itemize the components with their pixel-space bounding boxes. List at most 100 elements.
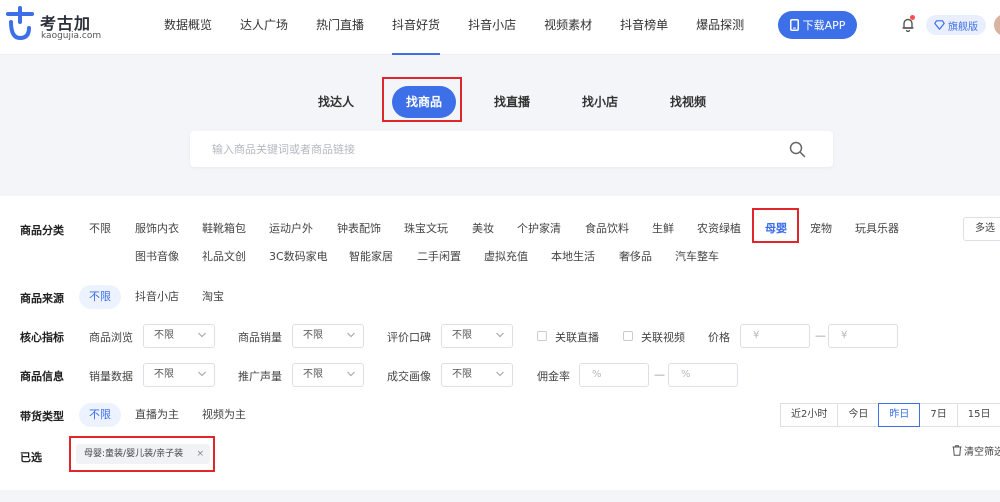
category-option[interactable]: 个护家清	[517, 217, 561, 241]
search-icon[interactable]	[789, 141, 806, 158]
review-select[interactable]: 不限	[441, 324, 513, 348]
chevron-down-icon	[496, 332, 504, 338]
category-option[interactable]: 奢侈品	[619, 245, 652, 269]
category-option[interactable]: 3C数码家电	[269, 245, 328, 269]
nav-data-overview[interactable]: 数据概览	[150, 0, 226, 55]
logo-mark-icon	[6, 6, 34, 41]
logo[interactable]: 考古加 kaogujia.com	[4, 6, 114, 46]
time-option[interactable]: 15日	[956, 403, 1000, 427]
highlight-box-category	[752, 208, 799, 243]
review-label: 评价口碑	[387, 331, 431, 344]
review-select-value: 不限	[452, 330, 472, 341]
selling-type-option[interactable]: 视频为主	[202, 403, 246, 427]
main-nav: 数据概览 达人广场 热门直播 抖音好货 抖音小店 视频素材 抖音榜单 爆品探测	[150, 0, 758, 55]
nav-douyin-ranking[interactable]: 抖音榜单	[606, 0, 682, 55]
product-info-label: 商品信息	[20, 370, 64, 383]
nav-influencer-square[interactable]: 达人广场	[226, 0, 302, 55]
multi-select-button[interactable]: 多选	[963, 217, 1000, 241]
logo-domain: kaogujia.com	[41, 31, 102, 41]
promo-select[interactable]: 不限	[292, 363, 364, 387]
category-option[interactable]: 服饰内衣	[135, 217, 179, 241]
sales-label: 商品销量	[238, 331, 282, 344]
avatar[interactable]	[994, 14, 1000, 36]
category-option[interactable]: 珠宝文玩	[404, 217, 448, 241]
promo-select-value: 不限	[303, 369, 323, 380]
search-type-tabs: 找达人 找商品 找直播 找小店 找视频	[0, 86, 1000, 118]
category-option[interactable]: 本地生活	[551, 245, 595, 269]
live-checkbox-label: 关联直播	[555, 331, 599, 344]
video-checkbox[interactable]	[623, 331, 633, 341]
promo-label: 推广声量	[238, 370, 282, 383]
source-option[interactable]: 淘宝	[202, 285, 224, 309]
download-app-label: 下载APP	[802, 19, 846, 32]
price-label: 价格	[708, 331, 730, 344]
chevron-down-icon	[198, 332, 206, 338]
category-option[interactable]: 钟表配饰	[337, 217, 381, 241]
portrait-label: 成交画像	[387, 370, 431, 383]
category-option[interactable]: 图书音像	[135, 245, 179, 269]
range-separator: —	[654, 368, 665, 381]
time-option[interactable]: 今日	[837, 403, 880, 427]
time-option[interactable]: 7日	[919, 403, 958, 427]
core-metrics-label: 核心指标	[20, 331, 64, 344]
time-range-group: 近2小时 今日 昨日 7日 15日	[780, 403, 1000, 427]
browse-label: 商品浏览	[89, 331, 133, 344]
category-option[interactable]: 汽车整车	[675, 245, 719, 269]
category-option[interactable]: 智能家居	[349, 245, 393, 269]
price-max-input[interactable]: ¥	[828, 324, 898, 348]
category-option[interactable]: 玩具乐器	[855, 217, 899, 241]
nav-hot-live[interactable]: 热门直播	[302, 0, 378, 55]
nav-hot-product-detect[interactable]: 爆品探测	[682, 0, 758, 55]
flagship-badge[interactable]: 旗舰版	[926, 15, 986, 35]
selling-type-option[interactable]: 直播为主	[135, 403, 179, 427]
portrait-select[interactable]: 不限	[441, 363, 513, 387]
selling-type-label: 带货类型	[20, 410, 64, 423]
video-checkbox-label: 关联视频	[641, 331, 685, 344]
source-option-selected[interactable]: 不限	[79, 285, 121, 309]
search-input[interactable]	[190, 131, 790, 167]
search-box	[190, 131, 833, 167]
sales-data-select[interactable]: 不限	[143, 363, 215, 387]
tab-find-influencer[interactable]: 找达人	[318, 86, 354, 118]
category-option[interactable]: 鞋靴箱包	[202, 217, 246, 241]
category-option[interactable]: 礼品文创	[202, 245, 246, 269]
highlight-box-product-tab	[382, 77, 462, 122]
clear-filters-label: 清空筛选	[964, 447, 1000, 458]
category-option[interactable]: 宠物	[810, 217, 832, 241]
time-option[interactable]: 近2小时	[780, 403, 839, 427]
notification-dot	[910, 15, 915, 20]
category-option[interactable]: 不限	[89, 217, 111, 241]
category-label: 商品分类	[20, 224, 64, 237]
live-checkbox[interactable]	[537, 331, 547, 341]
category-option[interactable]: 虚拟充值	[484, 245, 528, 269]
tab-find-live[interactable]: 找直播	[494, 86, 530, 118]
tab-find-video[interactable]: 找视频	[670, 86, 706, 118]
phone-icon	[789, 19, 799, 31]
nav-douyin-shop[interactable]: 抖音小店	[454, 0, 530, 55]
sales-select[interactable]: 不限	[292, 324, 364, 348]
selected-label: 已选	[20, 451, 42, 464]
price-min-input[interactable]: ¥	[740, 324, 810, 348]
diamond-icon	[934, 20, 945, 30]
download-app-button[interactable]: 下载APP	[778, 11, 857, 39]
category-option[interactable]: 二手闲置	[417, 245, 461, 269]
category-option[interactable]: 农资绿植	[697, 217, 741, 241]
commission-min-input[interactable]: %	[579, 363, 649, 387]
source-option[interactable]: 抖音小店	[135, 285, 179, 309]
highlight-box-selected-tag	[69, 436, 215, 472]
clear-filters-button[interactable]: 清空筛选	[952, 443, 1000, 458]
nav-video-material[interactable]: 视频素材	[530, 0, 606, 55]
tab-find-shop[interactable]: 找小店	[582, 86, 618, 118]
commission-max-input[interactable]: %	[668, 363, 738, 387]
flagship-label: 旗舰版	[948, 21, 978, 33]
selling-type-option-selected[interactable]: 不限	[79, 403, 121, 427]
browse-select[interactable]: 不限	[143, 324, 215, 348]
sales-select-value: 不限	[303, 330, 323, 341]
category-option[interactable]: 食品饮料	[585, 217, 629, 241]
category-option[interactable]: 运动户外	[269, 217, 313, 241]
category-option[interactable]: 生鲜	[652, 217, 674, 241]
chevron-down-icon	[496, 371, 504, 377]
time-option-selected[interactable]: 昨日	[878, 403, 921, 427]
category-option[interactable]: 美妆	[472, 217, 494, 241]
nav-douyin-goods[interactable]: 抖音好货	[378, 0, 454, 55]
